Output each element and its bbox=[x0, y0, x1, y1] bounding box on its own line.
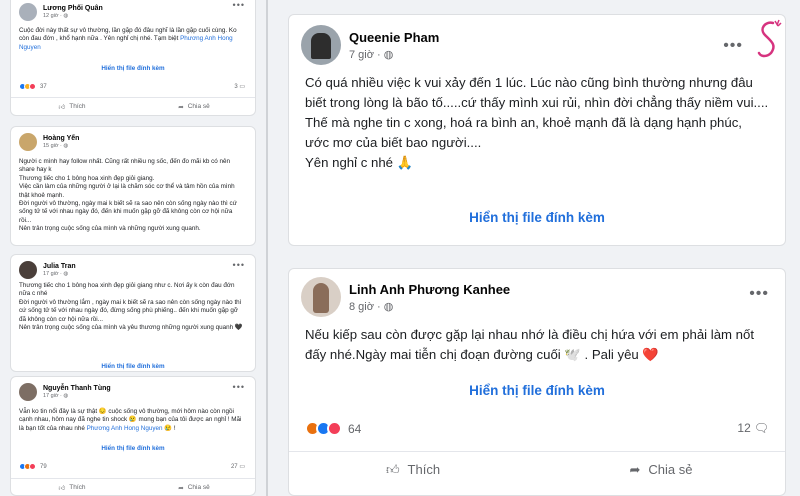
care-reaction-icon bbox=[327, 421, 342, 436]
like-button[interactable]: 👍︎ Thích bbox=[289, 452, 537, 487]
avatar[interactable] bbox=[19, 261, 37, 279]
comment-count[interactable]: 3 ▭ bbox=[234, 83, 245, 90]
like-button[interactable]: 👍︎ Thích bbox=[11, 479, 133, 495]
author-name[interactable]: Queenie Pham bbox=[349, 30, 439, 45]
comment-icon: ▭ bbox=[239, 84, 245, 90]
like-icon: 👍︎ bbox=[58, 484, 66, 492]
mention-link[interactable]: Phương Anh Hong Nguyen bbox=[87, 425, 163, 432]
avatar[interactable] bbox=[19, 383, 37, 401]
avatar[interactable] bbox=[19, 133, 37, 151]
more-options-icon[interactable]: ••• bbox=[723, 37, 743, 55]
post-text: Cuộc đời này thất sự vô thường, lần gặp … bbox=[19, 27, 237, 51]
share-icon: ➦ bbox=[178, 484, 184, 492]
post-text: Thương tiếc cho 1 bông hoa xinh đẹp giỏi… bbox=[19, 282, 243, 332]
globe-icon: ◍ bbox=[63, 142, 69, 149]
show-attachment-link[interactable]: Hiển thị file đính kèm bbox=[11, 363, 255, 370]
reaction-count: 37 bbox=[40, 83, 47, 90]
comment-icon: ▭ bbox=[239, 464, 245, 470]
comment-count[interactable]: 12 🗨︎ bbox=[737, 421, 769, 435]
like-button[interactable]: 👍︎ Thích bbox=[11, 98, 133, 115]
post-time[interactable]: 8 giờ · bbox=[349, 301, 384, 313]
post-text: Vẫn ko tin nổi đây là sự thật 😔 cuộc sốn… bbox=[19, 408, 242, 432]
reaction-count: 64 bbox=[348, 421, 362, 436]
comment-count[interactable]: 27 ▭ bbox=[231, 463, 245, 470]
post-card: Linh Anh Phương Kanhee 8 giờ · ◍ ••• Nếu… bbox=[288, 268, 786, 496]
reaction-summary[interactable]: 64 bbox=[305, 421, 361, 436]
share-icon: ➦ bbox=[178, 103, 184, 111]
post-card: Julia Tran 17 giờ · ◍ ••• Thương tiếc ch… bbox=[10, 254, 256, 372]
author-name[interactable]: Lương Phối Quân bbox=[43, 5, 103, 13]
post-text: Có quá nhiều việc k vui xảy đến 1 lúc. L… bbox=[305, 75, 769, 170]
post-time[interactable]: 15 giờ · bbox=[43, 143, 63, 149]
post-card: Lương Phối Quân 12 giờ · ◍ ••• Cuộc đời … bbox=[10, 0, 256, 116]
show-attachment-link[interactable]: Hiển thị file đính kèm bbox=[289, 210, 785, 225]
avatar[interactable] bbox=[301, 25, 341, 65]
share-icon: ➦ bbox=[629, 461, 641, 477]
author-name[interactable]: Nguyễn Thanh Tùng bbox=[43, 385, 111, 393]
like-icon: 👍︎ bbox=[385, 461, 400, 477]
love-reaction-icon bbox=[29, 83, 36, 90]
post-card: Nguyễn Thanh Tùng 17 giờ · ◍ ••• Vẫn ko … bbox=[10, 376, 256, 496]
globe-icon: ◍ bbox=[63, 12, 69, 19]
author-name[interactable]: Hoàng Yến bbox=[43, 135, 79, 143]
show-attachment-link[interactable]: Hiển thị file đính kèm bbox=[289, 383, 785, 398]
right-feed-column: Queenie Pham 7 giờ · ◍ ••• Có quá nhiều … bbox=[274, 0, 800, 496]
left-feed-column: Lương Phối Quân 12 giờ · ◍ ••• Cuộc đời … bbox=[0, 0, 262, 496]
more-options-icon[interactable]: ••• bbox=[749, 285, 769, 303]
post-card: Hoàng Yến 15 giờ · ◍ Người c mình hay fo… bbox=[10, 126, 256, 246]
share-button[interactable]: ➦ Chia sẻ bbox=[133, 98, 255, 115]
like-icon: 👍︎ bbox=[58, 103, 66, 111]
reaction-count: 79 bbox=[40, 463, 47, 470]
globe-icon: ◍ bbox=[383, 300, 394, 313]
post-time[interactable]: 17 giờ · bbox=[43, 393, 63, 399]
post-time[interactable]: 12 giờ · bbox=[43, 13, 63, 19]
more-options-icon[interactable]: ••• bbox=[233, 260, 245, 270]
globe-icon: ◍ bbox=[63, 270, 69, 277]
author-name[interactable]: Julia Tran bbox=[43, 263, 76, 271]
brand-logo bbox=[757, 19, 782, 58]
globe-icon: ◍ bbox=[383, 48, 394, 61]
reaction-summary[interactable]: 37 bbox=[19, 83, 47, 90]
post-card: Queenie Pham 7 giờ · ◍ ••• Có quá nhiều … bbox=[288, 14, 786, 246]
avatar[interactable] bbox=[301, 277, 341, 317]
author-name[interactable]: Linh Anh Phương Kanhee bbox=[349, 282, 510, 297]
avatar[interactable] bbox=[19, 3, 37, 21]
post-time[interactable]: 17 giờ · bbox=[43, 271, 63, 277]
post-text: Nếu kiếp sau còn được gặp lại nhau nhớ l… bbox=[305, 327, 755, 362]
show-attachment-link[interactable]: Hiển thị file đính kèm bbox=[11, 65, 255, 72]
share-button[interactable]: ➦ Chia sẻ bbox=[133, 479, 255, 495]
comment-icon: 🗨︎ bbox=[753, 421, 769, 435]
share-button[interactable]: ➦ Chia sẻ bbox=[537, 452, 785, 487]
reaction-summary[interactable]: 79 bbox=[19, 463, 47, 470]
post-time[interactable]: 7 giờ · bbox=[349, 49, 384, 61]
love-reaction-icon bbox=[29, 463, 36, 470]
more-options-icon[interactable]: ••• bbox=[233, 0, 245, 10]
post-text: Người c mình hay follow nhất. Cũng rất n… bbox=[19, 158, 237, 233]
more-options-icon[interactable]: ••• bbox=[233, 382, 245, 392]
column-divider bbox=[262, 0, 274, 496]
globe-icon: ◍ bbox=[63, 392, 69, 399]
show-attachment-link[interactable]: Hiển thị file đính kèm bbox=[11, 445, 255, 452]
